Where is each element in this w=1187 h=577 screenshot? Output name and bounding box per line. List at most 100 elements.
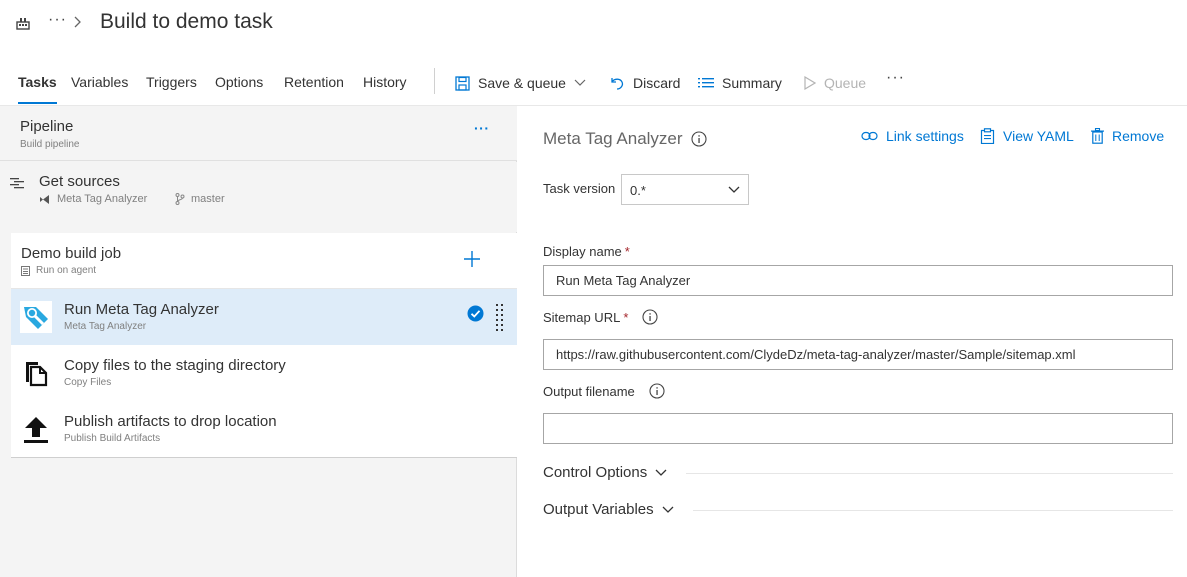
plus-icon — [464, 251, 480, 267]
sitemap-url-label: Sitemap URL * — [543, 309, 658, 325]
required-marker: * — [624, 244, 630, 259]
task-detail-pane: Meta Tag Analyzer Link settings View YAM… — [518, 106, 1187, 577]
tab-history[interactable]: History — [363, 74, 407, 90]
toolbar-more-button[interactable]: ··· — [886, 69, 905, 87]
tab-triggers[interactable]: Triggers — [146, 74, 197, 90]
output-filename-label: Output filename — [543, 383, 665, 399]
pipeline-more-button[interactable]: ··· — [474, 120, 490, 136]
agent-job: Demo build job Run on agent Run Meta Tag… — [11, 233, 517, 458]
chevron-down-icon — [662, 506, 674, 513]
get-sources-item[interactable]: Get sources Meta Tag Analyzer master — [0, 162, 517, 232]
pipeline-item[interactable]: Pipeline Build pipeline ··· — [0, 106, 517, 161]
display-name-label-text: Display name — [543, 244, 622, 259]
info-icon — [642, 309, 658, 325]
task-version-select[interactable]: 0.* — [621, 174, 749, 205]
pipeline-title: Pipeline — [20, 118, 74, 135]
agent-job-header[interactable]: Demo build job Run on agent — [11, 233, 517, 289]
link-settings-button[interactable]: Link settings — [861, 128, 964, 144]
enabled-check-icon[interactable] — [467, 305, 484, 327]
control-options-section[interactable]: Control Options — [543, 464, 667, 481]
task-title: Publish artifacts to drop location — [64, 413, 277, 430]
task-detail-title: Meta Tag Analyzer — [543, 129, 707, 149]
summary-label: Summary — [722, 75, 782, 91]
chevron-down-icon — [574, 79, 586, 86]
task-item-copy-files[interactable]: Copy files to the staging directory Copy… — [11, 345, 517, 401]
link-settings-label: Link settings — [886, 128, 964, 144]
copy-files-icon — [20, 357, 52, 389]
view-yaml-button[interactable]: View YAML — [980, 128, 1074, 144]
task-list-pane: Pipeline Build pipeline ··· Get sources … — [0, 106, 517, 577]
sitemap-url-input[interactable] — [543, 339, 1173, 370]
tab-variables[interactable]: Variables — [71, 74, 128, 90]
drag-handle-icon[interactable] — [496, 303, 504, 338]
output-filename-label-text: Output filename — [543, 383, 635, 399]
discard-button[interactable]: Discard — [609, 72, 680, 94]
task-version-label: Task version — [543, 181, 616, 196]
task-detail-title-label: Meta Tag Analyzer — [543, 129, 683, 148]
breadcrumb-more-button[interactable]: ··· — [48, 11, 67, 29]
pipeline-subtitle: Build pipeline — [20, 139, 80, 150]
info-icon — [649, 383, 665, 399]
output-filename-input[interactable] — [543, 413, 1173, 444]
toolbar-divider — [434, 68, 435, 94]
save-icon — [455, 75, 470, 91]
top-bar: ··· Build to demo task — [0, 0, 1187, 48]
display-name-input[interactable] — [543, 265, 1173, 296]
clipboard-icon — [980, 128, 995, 144]
queue-label: Queue — [824, 75, 867, 91]
task-item-run-meta-tag-analyzer[interactable]: Run Meta Tag Analyzer Meta Tag Analyzer — [11, 289, 517, 345]
display-name-label: Display name * — [543, 244, 630, 259]
view-yaml-label: View YAML — [1003, 128, 1074, 144]
task-subtitle: Publish Build Artifacts — [64, 433, 161, 444]
play-icon — [804, 76, 816, 90]
task-title: Run Meta Tag Analyzer — [64, 301, 219, 318]
remove-label: Remove — [1112, 128, 1165, 144]
agent-job-subtitle-label: Run on agent — [36, 265, 97, 276]
source-branch: master — [175, 193, 225, 205]
sitemap-url-label-text: Sitemap URL — [543, 309, 621, 325]
save-and-queue-label: Save & queue — [478, 75, 566, 91]
branch-icon — [175, 193, 185, 205]
visual-studio-icon — [40, 194, 49, 204]
remove-button[interactable]: Remove — [1091, 128, 1164, 144]
source-branch-label: master — [191, 193, 225, 205]
section-divider — [693, 510, 1173, 511]
section-divider — [686, 473, 1173, 474]
tab-retention[interactable]: Retention — [284, 74, 344, 90]
save-and-queue-button[interactable]: Save & queue — [455, 72, 586, 94]
required-marker: * — [623, 309, 629, 325]
chevron-right-icon — [73, 15, 83, 29]
task-title: Copy files to the staging directory — [64, 357, 286, 374]
tab-tasks[interactable]: Tasks — [18, 74, 57, 104]
source-repository-label: Meta Tag Analyzer — [57, 193, 148, 205]
chevron-down-icon — [728, 186, 740, 193]
summary-button[interactable]: Summary — [698, 72, 782, 94]
discard-label: Discard — [633, 75, 681, 91]
queue-button[interactable]: Queue — [804, 72, 866, 94]
link-icon — [861, 131, 878, 141]
task-item-publish-artifacts[interactable]: Publish artifacts to drop location Publi… — [11, 401, 517, 457]
pipelines-icon[interactable] — [15, 15, 31, 31]
toolbar: Tasks Variables Triggers Options Retenti… — [0, 62, 1187, 106]
task-version-value: 0.* — [630, 183, 646, 198]
control-options-label: Control Options — [543, 464, 648, 481]
source-repository: Meta Tag Analyzer — [39, 193, 147, 205]
output-variables-label: Output Variables — [543, 501, 654, 518]
meta-tag-analyzer-icon — [20, 301, 52, 333]
task-subtitle: Copy Files — [64, 377, 112, 388]
info-icon — [690, 131, 707, 147]
server-icon — [21, 265, 30, 276]
get-sources-icon — [10, 177, 26, 196]
agent-job-subtitle: Run on agent — [21, 265, 96, 276]
add-task-button[interactable] — [462, 249, 482, 274]
chevron-down-icon — [655, 469, 667, 476]
page-title: Build to demo task — [100, 10, 273, 33]
tab-options[interactable]: Options — [215, 74, 263, 90]
list-icon — [698, 78, 714, 88]
undo-icon — [611, 77, 624, 90]
output-variables-section[interactable]: Output Variables — [543, 501, 674, 518]
trash-icon — [1091, 128, 1104, 144]
upload-icon — [20, 413, 52, 445]
agent-job-title: Demo build job — [21, 245, 122, 262]
get-sources-title: Get sources — [39, 173, 120, 190]
